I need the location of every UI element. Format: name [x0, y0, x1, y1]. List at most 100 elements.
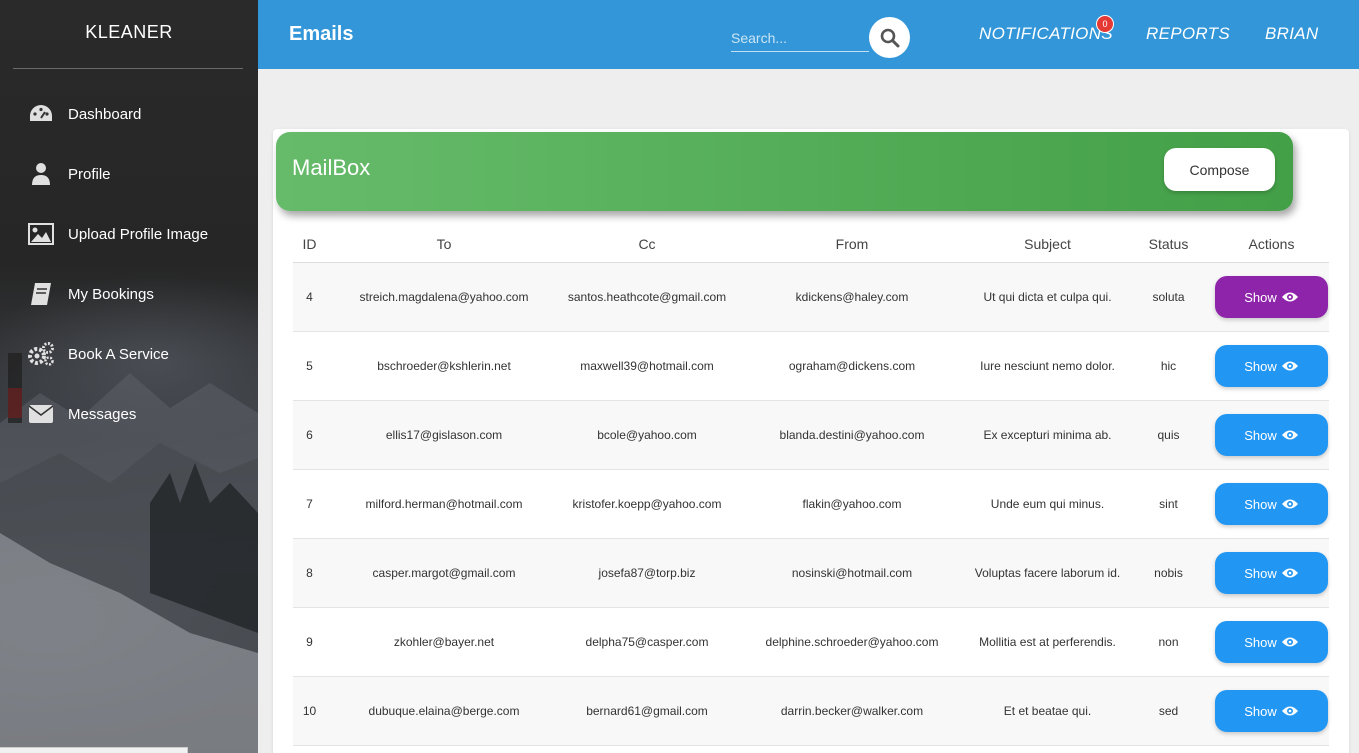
table-row[interactable]: 8 casper.margot@gmail.com josefa87@torp.bi… — [293, 539, 1329, 608]
cell-subject: Mollitia est at perferendis. — [979, 635, 1116, 649]
table-body: 4 streich.magdalena@yahoo.com santos.heath… — [293, 263, 1329, 746]
column-header-from[interactable]: From — [732, 236, 972, 252]
table-row[interactable]: 10 dubuque.elaina@berge.com bernard61@gmai… — [293, 677, 1329, 746]
show-button-label: Show — [1244, 565, 1277, 581]
eye-icon — [1281, 292, 1298, 302]
table-row[interactable]: 5 bschroeder@kshlerin.net maxwell39@hotmai… — [293, 332, 1329, 401]
cell-subject: Ut qui dicta et culpa qui. — [983, 290, 1112, 304]
cell-cc: delpha75@casper.com — [585, 635, 709, 649]
cell-subject: Ex excepturi minima ab. — [983, 428, 1112, 442]
cell-status: non — [1158, 635, 1179, 649]
eye-icon — [1281, 568, 1298, 578]
sidebar: KLEANER Dashboard Profile Upload Profile… — [0, 0, 258, 753]
cell-status: sed — [1158, 704, 1179, 718]
cell-cc: maxwell39@hotmail.com — [580, 359, 714, 373]
cell-cc: bernard61@gmail.com — [586, 704, 708, 718]
sidebar-item-label: Dashboard — [68, 105, 142, 123]
cell-actions: Show — [1214, 276, 1329, 318]
show-button-label: Show — [1244, 634, 1277, 650]
top-bar: Emails NOTIFICATIONS 0 REPORTS BRIAN — [258, 0, 1359, 69]
column-header-to[interactable]: To — [326, 236, 562, 252]
sidebar-item-book-a-service[interactable]: Book A Service — [0, 324, 258, 384]
brand-divider — [13, 68, 243, 69]
show-button[interactable]: Show — [1215, 276, 1328, 318]
cell-to: zkohler@bayer.net — [393, 635, 495, 649]
sidebar-item-dashboard[interactable]: Dashboard — [0, 84, 258, 144]
image-icon — [27, 220, 55, 248]
cell-subject: Et et beatae qui. — [1003, 704, 1092, 718]
cell-cc: josefa87@torp.biz — [598, 566, 696, 580]
cell-subject: Unde eum qui minus. — [990, 497, 1105, 511]
sidebar-item-profile[interactable]: Profile — [0, 144, 258, 204]
gears-icon — [27, 340, 55, 368]
cell-subject: Iure nesciunt nemo dolor. — [980, 359, 1115, 373]
cell-id: 7 — [306, 497, 313, 511]
cell-actions: Show — [1214, 690, 1329, 732]
cell-from: ograham@dickens.com — [788, 359, 916, 373]
show-button-label: Show — [1244, 358, 1277, 374]
eye-icon — [1281, 637, 1298, 647]
cell-to: streich.magdalena@yahoo.com — [359, 290, 529, 304]
cell-id: 9 — [306, 635, 313, 649]
notifications-link[interactable]: NOTIFICATIONS — [979, 24, 1113, 44]
cell-from: blanda.destini@yahoo.com — [779, 428, 925, 442]
user-menu[interactable]: BRIAN — [1265, 24, 1318, 44]
envelope-icon — [27, 400, 55, 428]
column-header-cc[interactable]: Cc — [562, 236, 732, 252]
email-table: ID To Cc From Subject Status Actions 4 st… — [293, 225, 1329, 746]
sidebar-item-label: My Bookings — [68, 285, 154, 303]
book-icon — [27, 280, 55, 308]
sidebar-item-label: Upload Profile Image — [68, 225, 209, 243]
eye-icon — [1281, 430, 1298, 440]
cell-cc: santos.heathcote@gmail.com — [567, 290, 727, 304]
column-header-actions: Actions — [1248, 235, 1295, 252]
eye-icon — [1281, 499, 1298, 509]
sidebar-item-label: Profile — [68, 165, 111, 183]
cell-id: 8 — [306, 566, 313, 580]
search-button[interactable] — [869, 17, 910, 58]
sidebar-item-upload-profile-image[interactable]: Upload Profile Image — [0, 204, 258, 264]
cell-from: darrin.becker@walker.com — [780, 704, 924, 718]
cell-subject: Voluptas facere laborum id. — [974, 566, 1121, 580]
cell-actions: Show — [1214, 621, 1329, 663]
show-button-label: Show — [1244, 496, 1277, 512]
cell-to: casper.margot@gmail.com — [372, 566, 516, 580]
show-button-label: Show — [1244, 427, 1277, 443]
sidebar-item-my-bookings[interactable]: My Bookings — [0, 264, 258, 324]
page-title: Emails — [289, 23, 354, 45]
show-button[interactable]: Show — [1215, 414, 1328, 456]
show-button[interactable]: Show — [1215, 621, 1328, 663]
table-row[interactable]: 6 ellis17@gislason.com bcole@yahoo.com blan… — [293, 401, 1329, 470]
table-row[interactable]: 7 milford.herman@hotmail.com kristofer.koe… — [293, 470, 1329, 539]
cell-cc: bcole@yahoo.com — [597, 428, 697, 442]
show-button[interactable]: Show — [1215, 552, 1328, 594]
mailbox-title: MailBox — [292, 155, 371, 180]
cell-actions: Show — [1214, 483, 1329, 525]
eye-icon — [1281, 706, 1298, 716]
show-button-label: Show — [1244, 703, 1277, 719]
cell-to: milford.herman@hotmail.com — [365, 497, 523, 511]
sidebar-nav: Dashboard Profile Upload Profile Image M… — [0, 84, 258, 444]
compose-button[interactable]: Compose — [1164, 148, 1275, 191]
search-icon — [880, 28, 899, 47]
search-input[interactable] — [731, 24, 869, 52]
column-header-id[interactable]: ID — [293, 236, 326, 252]
sidebar-item-messages[interactable]: Messages — [0, 384, 258, 444]
brand-logo[interactable]: KLEANER — [0, 22, 258, 43]
reports-link[interactable]: REPORTS — [1146, 24, 1230, 44]
cell-from: flakin@yahoo.com — [802, 497, 902, 511]
table-row[interactable]: 4 streich.magdalena@yahoo.com santos.heath… — [293, 263, 1329, 332]
column-header-subject[interactable]: Subject — [972, 236, 1123, 252]
show-button[interactable]: Show — [1215, 483, 1328, 525]
column-header-status[interactable]: Status — [1123, 236, 1214, 252]
table-row[interactable]: 9 zkohler@bayer.net delpha75@casper.com del… — [293, 608, 1329, 677]
show-button[interactable]: Show — [1215, 690, 1328, 732]
show-button[interactable]: Show — [1215, 345, 1328, 387]
eye-icon — [1281, 361, 1298, 371]
show-button-label: Show — [1244, 289, 1277, 305]
cell-status: hic — [1160, 359, 1177, 373]
cell-status: quis — [1157, 428, 1180, 442]
cell-id: 4 — [306, 290, 313, 304]
mailbox-header: MailBox Compose — [276, 132, 1293, 211]
cell-from: nosinski@hotmail.com — [791, 566, 913, 580]
